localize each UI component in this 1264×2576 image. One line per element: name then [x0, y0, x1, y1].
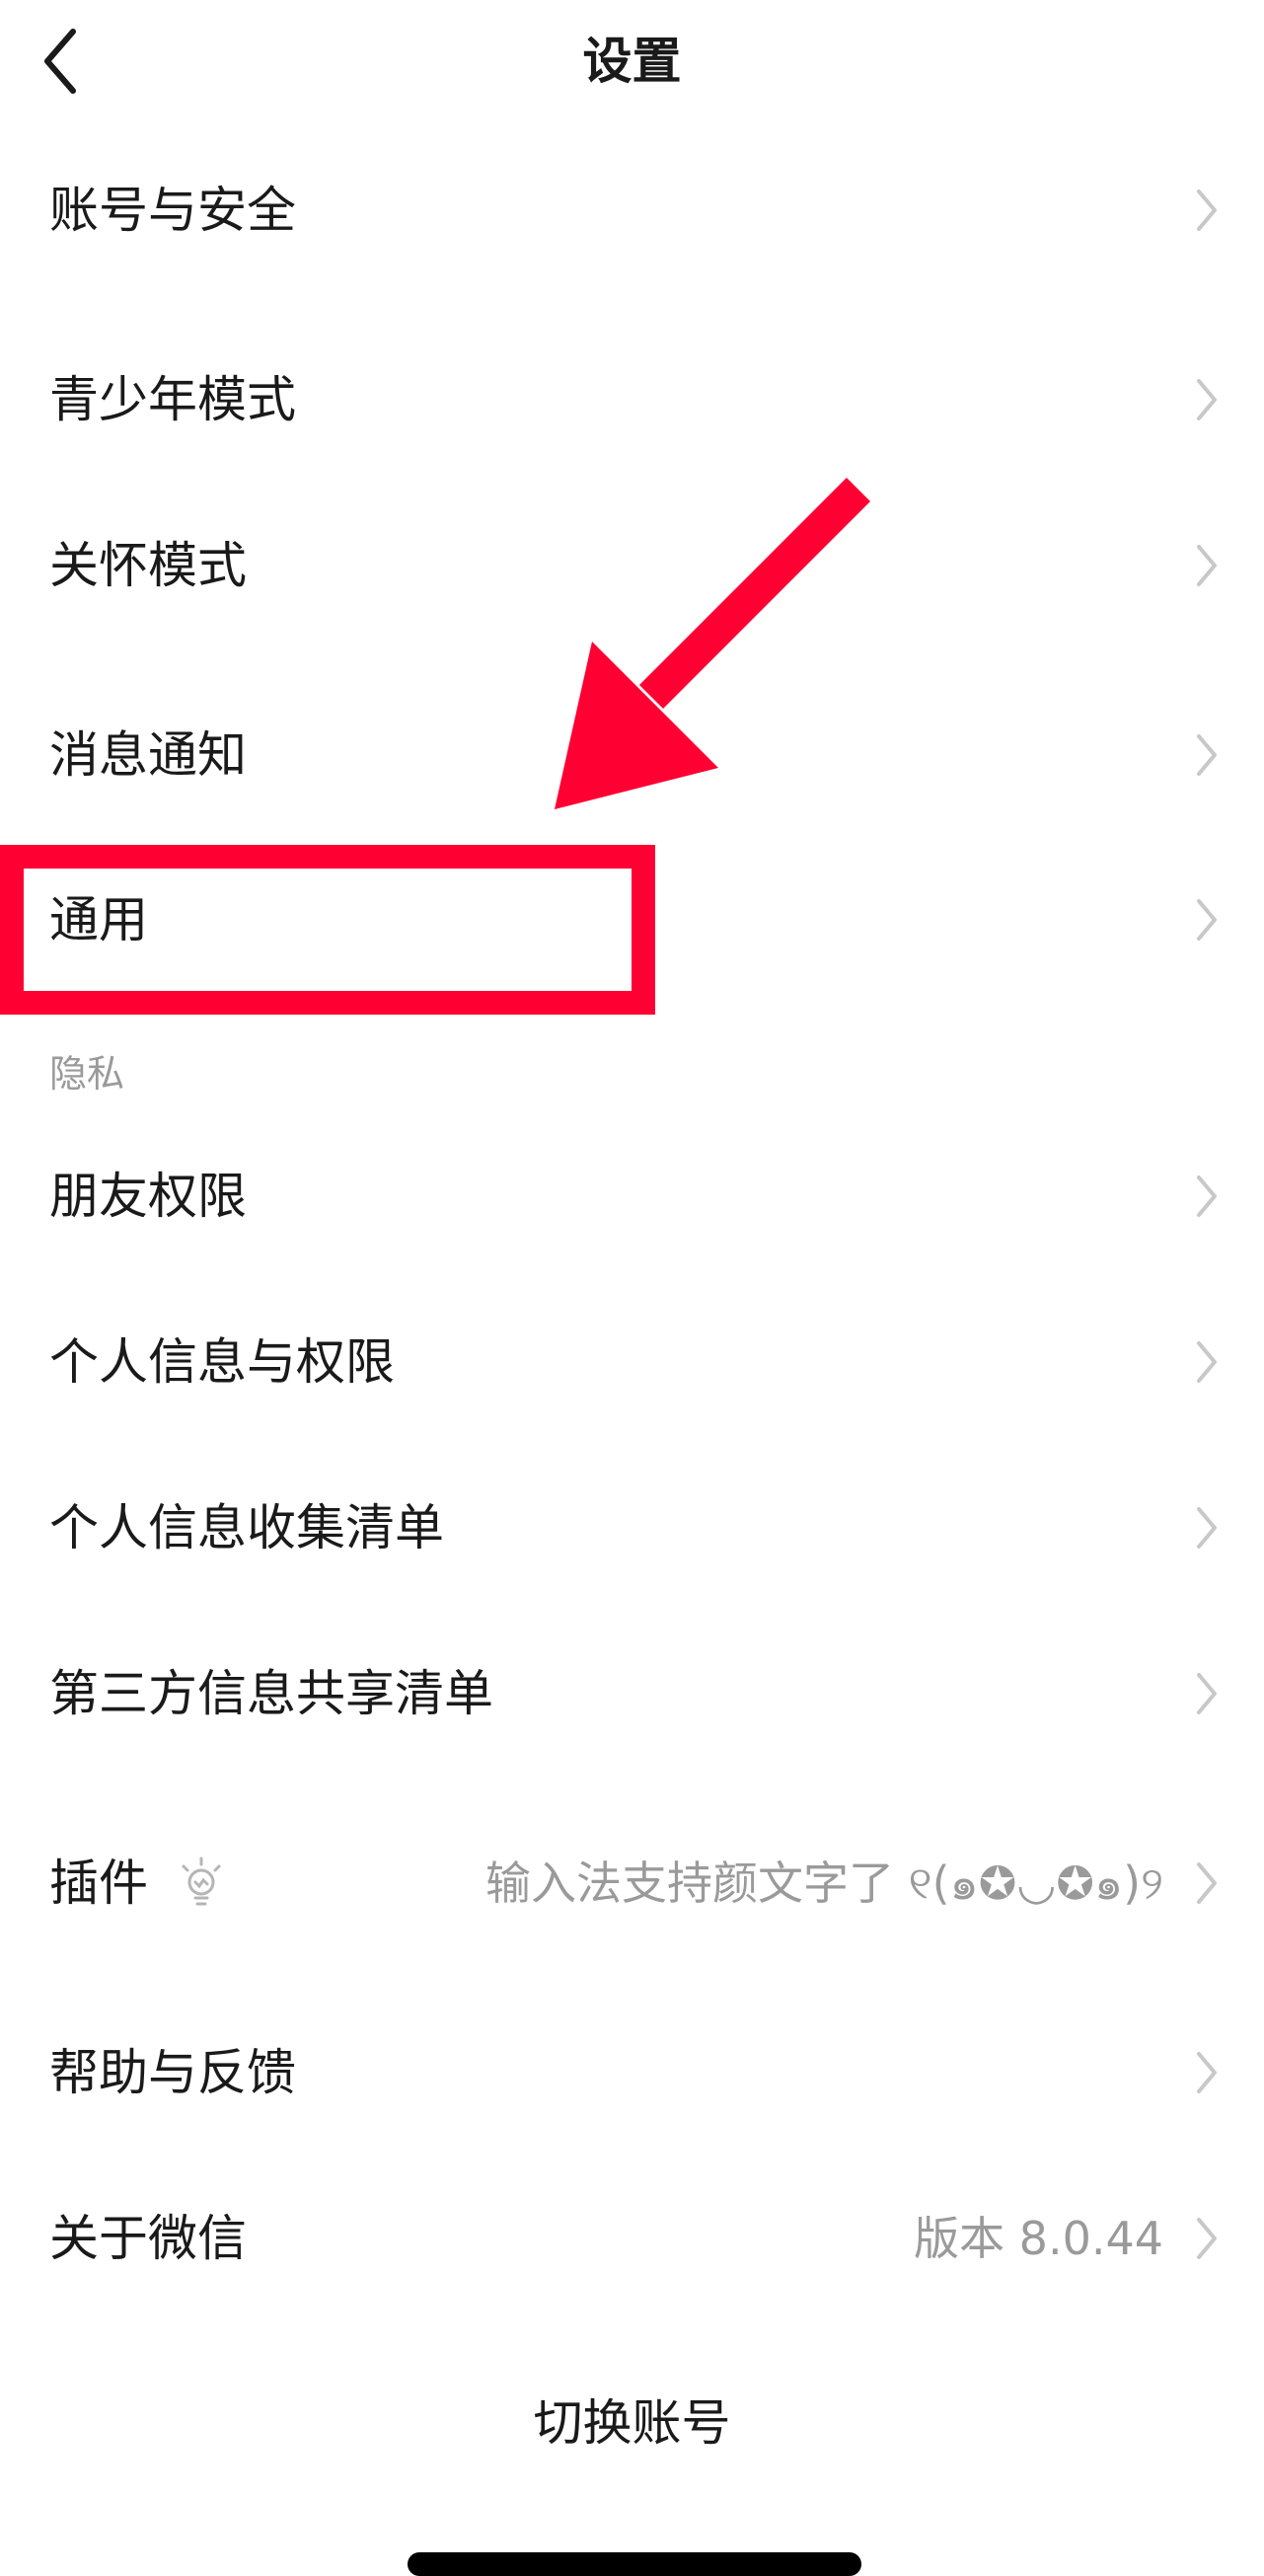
settings-item-label: 第三方信息共享清单	[49, 1665, 493, 1722]
page-title: 设置	[582, 33, 682, 90]
chevron-right-icon	[1197, 1175, 1217, 1217]
settings-item-about[interactable]: 关于微信 版本 8.0.44	[0, 2164, 1264, 2312]
annotation-highlight-box	[0, 845, 655, 1015]
chevron-right-icon	[1197, 2052, 1217, 2093]
settings-item-label: 朋友权限	[49, 1168, 247, 1225]
settings-item-notifications[interactable]: 消息通知	[0, 681, 1264, 829]
chevron-right-icon	[1197, 1341, 1217, 1383]
plugins-hint-text: 输入法支持颜文字了 ୧(๑✪◡✪๑)୨	[484, 1856, 1163, 1910]
settings-item-personal-info-list[interactable]: 个人信息收集清单	[0, 1454, 1264, 1602]
chevron-right-icon	[1197, 1507, 1217, 1549]
chevron-right-icon	[1197, 1673, 1217, 1714]
settings-item-label: 账号与安全	[49, 182, 296, 239]
chevron-right-icon	[1197, 379, 1217, 420]
settings-item-label: 插件	[49, 1855, 148, 1912]
settings-item-care-mode[interactable]: 关怀模式	[0, 492, 1264, 640]
chevron-right-icon	[1197, 189, 1217, 231]
chevron-right-icon	[1197, 545, 1217, 586]
version-text: 版本 8.0.44	[914, 2212, 1163, 2265]
settings-item-label: 个人信息收集清单	[49, 1499, 444, 1556]
chevron-right-icon	[1197, 2218, 1217, 2259]
switch-account-button[interactable]: 切换账号	[0, 2349, 1264, 2497]
chevron-right-icon	[1197, 1862, 1217, 1904]
settings-item-help-feedback[interactable]: 帮助与反馈	[0, 1999, 1264, 2147]
settings-item-label: 个人信息与权限	[49, 1333, 395, 1391]
section-header-privacy: 隐私	[49, 1052, 125, 1096]
chevron-right-icon	[1197, 734, 1217, 776]
lightbulb-icon	[182, 1856, 221, 1906]
settings-item-personal-info-permissions[interactable]: 个人信息与权限	[0, 1288, 1264, 1436]
settings-item-label: 关于微信	[49, 2210, 247, 2267]
chevron-right-icon	[1197, 899, 1217, 941]
settings-item-youth-mode[interactable]: 青少年模式	[0, 326, 1264, 474]
settings-item-label: 帮助与反馈	[49, 2044, 296, 2101]
settings-item-label: 关怀模式	[49, 537, 247, 594]
settings-item-plugins[interactable]: 插件 输入法支持颜文字了 ୧(๑✪◡✪๑)୨	[0, 1809, 1264, 1957]
nav-bar: 设置	[0, 0, 1264, 123]
settings-item-label: 青少年模式	[49, 371, 296, 428]
settings-item-friend-permissions[interactable]: 朋友权限	[0, 1122, 1264, 1270]
home-indicator	[408, 2552, 861, 2576]
settings-item-account-security[interactable]: 账号与安全	[0, 136, 1264, 284]
back-icon[interactable]	[36, 24, 95, 99]
settings-item-third-party-list[interactable]: 第三方信息共享清单	[0, 1620, 1264, 1768]
settings-item-label: 消息通知	[49, 726, 247, 784]
